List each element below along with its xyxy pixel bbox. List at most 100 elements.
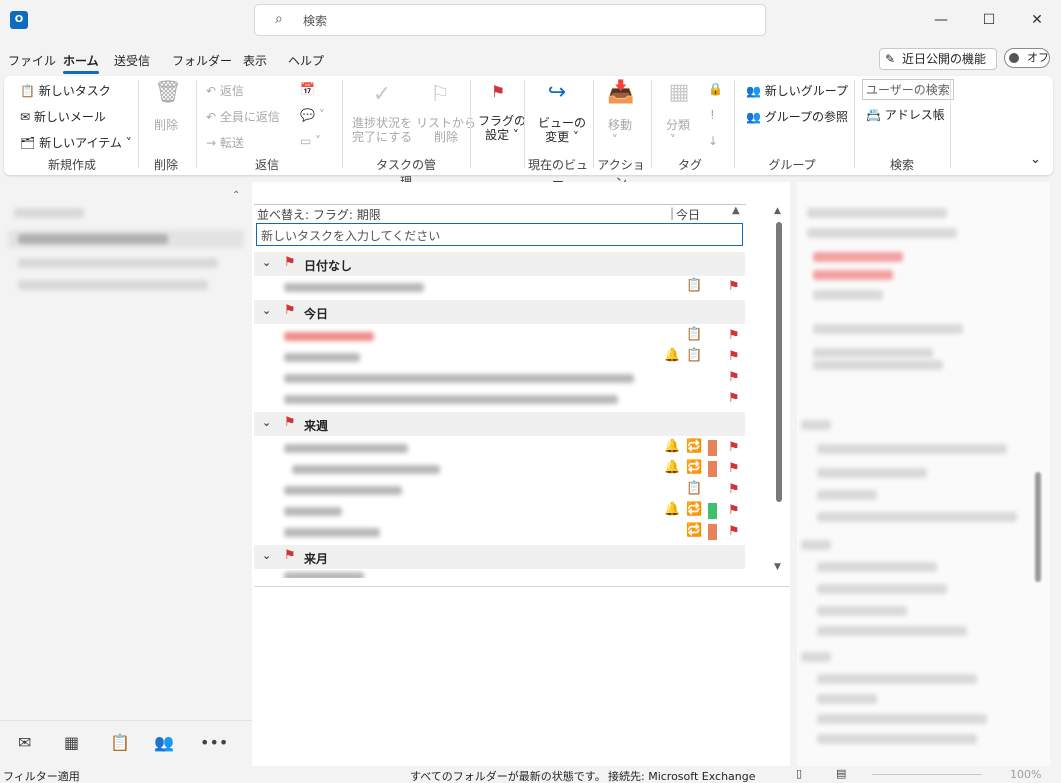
separator	[524, 80, 525, 168]
tasks-icon[interactable]: 📋	[110, 733, 130, 752]
task-row[interactable]: 🔔 📋 ⚑	[254, 347, 745, 368]
folder-item-redacted[interactable]	[18, 234, 168, 244]
group-header-today[interactable]: ⌄ ⚑ 今日	[254, 300, 745, 324]
flag-icon[interactable]: ⚑	[728, 482, 740, 497]
coming-soon-toggle[interactable]: オフ	[1004, 48, 1050, 68]
mark-complete-button[interactable]: 進捗状況を 完了にする	[352, 116, 412, 144]
scroll-up-icon[interactable]: ▲	[774, 206, 781, 216]
flag-icon[interactable]: ⚑	[728, 279, 740, 294]
close-button[interactable]: ✕	[1014, 6, 1060, 34]
forward-button[interactable]: → 転送	[206, 134, 244, 151]
task-row[interactable]: 📋 ⚑	[254, 277, 745, 298]
status-bar: フィルター適用 すべてのフォルダーが最新の状態です。 接続先: Microsof…	[0, 766, 1061, 783]
minimize-button[interactable]: —	[918, 6, 964, 34]
move-button[interactable]: 移動 ˅	[608, 116, 632, 147]
collapse-chevron-icon[interactable]: ⌄	[262, 256, 271, 269]
task-subject-redacted	[292, 465, 440, 474]
reading-view-icon[interactable]: ▤	[836, 767, 846, 780]
task-row[interactable]: ⚑	[254, 368, 745, 389]
collapse-chevron-icon[interactable]: ⌄	[262, 304, 271, 317]
task-row[interactable]: 🔔 🔁 ⚑	[254, 501, 745, 522]
pin-icon[interactable]: ⌃	[232, 190, 240, 201]
flag-icon[interactable]: ⚑	[728, 370, 740, 385]
flag-icon[interactable]: ⚑	[728, 349, 740, 364]
todo-item-redacted	[807, 208, 947, 218]
todo-item-redacted	[817, 674, 977, 684]
flag-icon[interactable]: ⚑	[728, 461, 740, 476]
maximize-button[interactable]: ☐	[966, 6, 1012, 34]
coming-soon-button[interactable]: ✎ 近日公開の機能	[879, 48, 997, 70]
delete-button[interactable]: 削除	[154, 116, 178, 133]
ribbon-collapse-chevron-icon[interactable]: ⌄	[1030, 152, 1041, 167]
menu-view[interactable]: 表示	[243, 52, 267, 69]
meeting-icon[interactable]: 📅	[300, 82, 315, 96]
task-subject-redacted	[284, 283, 424, 292]
sort-column-today[interactable]: 今日	[676, 206, 700, 223]
task-subject-redacted	[284, 332, 374, 341]
new-task-button[interactable]: 📋 新しいタスク	[20, 82, 111, 99]
people-icon[interactable]: 👥	[154, 733, 174, 752]
group-header-no-date[interactable]: ⌄ ⚑ 日付なし	[254, 252, 745, 276]
scroll-thumb[interactable]	[776, 222, 782, 502]
sort-header[interactable]: 並べ替え: フラグ: 期限 | 今日 ▲	[254, 204, 746, 223]
flag-icon[interactable]: ⚑	[728, 524, 740, 539]
new-task-input[interactable]: 新しいタスクを入力してください	[256, 223, 743, 246]
menu-home[interactable]: ホーム	[63, 52, 99, 74]
normal-view-icon[interactable]: ▯	[796, 767, 802, 780]
menu-file[interactable]: ファイル	[8, 52, 56, 69]
private-lock-icon[interactable]: 🔒	[708, 82, 723, 96]
calendar-icon[interactable]: ▦	[64, 733, 79, 752]
task-row[interactable]	[254, 570, 745, 578]
category-orange	[708, 461, 717, 477]
remove-from-list-button[interactable]: リストから 削除	[416, 116, 476, 144]
todo-item-redacted	[817, 562, 937, 572]
task-row[interactable]: 📋 ⚑	[254, 326, 745, 347]
set-flag-button[interactable]: フラグの 設定 ˅	[478, 114, 526, 142]
todo-scroll-thumb[interactable]	[1035, 472, 1041, 582]
change-view-button[interactable]: ビューの 変更 ˅	[538, 116, 586, 144]
address-book-button[interactable]: 📇 アドレス帳	[866, 106, 945, 123]
search-box[interactable]: ⌕ 検索	[254, 4, 766, 36]
im-icon[interactable]: 💬 ˅	[300, 108, 325, 122]
reply-all-button[interactable]: ↶ 全員に返信	[206, 108, 280, 125]
menu-folder[interactable]: フォルダー	[172, 52, 232, 69]
flag-label-2: 設定	[485, 128, 510, 142]
search-people-input[interactable]: ユーザーの検索	[862, 79, 954, 100]
flag-icon[interactable]: ⚑	[728, 328, 740, 343]
folder-item-redacted[interactable]	[14, 208, 84, 218]
forward-icon: →	[206, 136, 217, 150]
new-group-button[interactable]: 👥 新しいグループ	[746, 82, 848, 99]
zoom-level[interactable]: 100%	[1010, 768, 1041, 781]
menu-help[interactable]: ヘルプ	[288, 52, 324, 69]
flag-icon[interactable]: ⚑	[728, 503, 740, 518]
scroll-down-icon[interactable]: ▼	[774, 562, 781, 572]
group-header-next-week[interactable]: ⌄ ⚑ 来週	[254, 412, 745, 436]
view-label-1: ビューの	[538, 116, 587, 130]
menu-send-receive[interactable]: 送受信	[114, 52, 150, 69]
browse-groups-button[interactable]: 👥 グループの参照	[746, 108, 848, 125]
categorize-button[interactable]: 分類 ˅	[666, 116, 690, 147]
collapse-chevron-icon[interactable]: ⌄	[262, 549, 271, 562]
zoom-slider[interactable]	[872, 774, 982, 775]
more-apps-icon[interactable]: •••	[200, 733, 228, 752]
folder-item-redacted[interactable]	[18, 280, 208, 290]
flag-icon[interactable]: ⚑	[728, 391, 740, 406]
task-row[interactable]: ⚑	[254, 389, 745, 410]
high-importance-icon[interactable]: !	[710, 108, 715, 122]
more-respond-icon[interactable]: ▭ ˅	[300, 134, 321, 148]
task-row[interactable]: 📋 ⚑	[254, 480, 745, 501]
new-items-button[interactable]: 🗂 新しいアイテム ˅	[20, 134, 132, 151]
mail-icon[interactable]: ✉	[18, 733, 31, 752]
collapse-chevron-icon[interactable]: ⌄	[262, 416, 271, 429]
task-row[interactable]: 🔔 🔁 ⚑	[254, 459, 745, 480]
new-mail-button[interactable]: ✉ 新しいメール	[20, 108, 106, 125]
flag-icon[interactable]: ⚑	[728, 440, 740, 455]
task-row[interactable]: 🔁 ⚑	[254, 522, 745, 543]
group-header-next-month[interactable]: ⌄ ⚑ 来月	[254, 545, 745, 569]
folder-item-redacted[interactable]	[18, 258, 218, 268]
reply-button[interactable]: ↶ 返信	[206, 82, 244, 99]
todo-item-redacted	[817, 444, 1007, 454]
task-row[interactable]: 🔔 🔁 ⚑	[254, 438, 745, 459]
sort-ascending-icon[interactable]: ▲	[732, 205, 740, 216]
low-importance-icon[interactable]: ↓	[708, 134, 718, 148]
